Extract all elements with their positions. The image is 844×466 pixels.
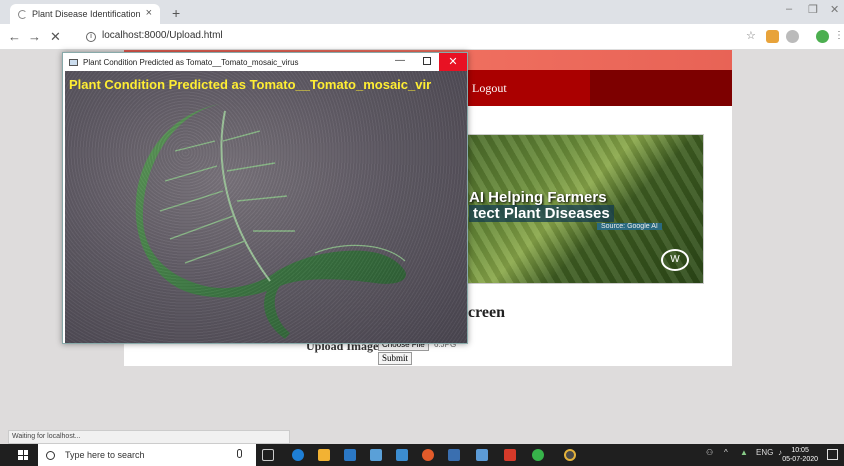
system-clock[interactable]: 10:05 05-07-2020 [782,446,818,464]
task-view-icon[interactable] [262,449,274,461]
prediction-window-title: Plant Condition Predicted as Tomato__Tom… [83,57,299,67]
browser-tab[interactable]: Plant Disease Identification × [10,4,160,24]
status-bar: Waiting for localhost... [8,430,290,444]
forward-button[interactable]: → [28,29,41,44]
prediction-caption: Plant Condition Predicted as Tomato__Tom… [69,77,432,92]
stop-loading-button[interactable]: ✕ [50,29,61,45]
profile-icon[interactable] [816,30,829,43]
brand-logo-icon: W [661,249,689,271]
window-minimize-button[interactable]: – [786,3,792,15]
browser-tabstrip: Plant Disease Identification × + – ❐ ✕ [0,0,844,24]
microphone-icon[interactable] [237,449,242,458]
prediction-minimize-button[interactable]: — [395,55,405,66]
notification-center-icon[interactable] [827,449,838,460]
app-icon[interactable] [476,449,488,461]
site-info-icon[interactable]: i [86,32,96,42]
extension-icon[interactable] [766,30,779,43]
prediction-maximize-button[interactable] [423,57,431,65]
firefox-icon[interactable] [422,449,434,461]
submit-button[interactable]: Submit [378,352,413,365]
chrome-icon[interactable] [564,449,576,461]
section-title: creen [468,304,506,321]
start-button[interactable] [18,450,28,460]
clock-time: 10:05 [791,447,809,454]
taskbar-search[interactable]: Type here to search [38,444,256,466]
banner-line1: AI Helping Farmers [469,189,607,206]
prediction-window: Plant Condition Predicted as Tomato__Tom… [62,52,468,344]
search-placeholder: Type here to search [65,450,145,460]
new-tab-button[interactable]: + [172,5,180,21]
windows-taskbar: Type here to search ⚇ ^ ▲ ENG ♪ 10:05 05… [0,444,844,466]
loading-spinner-icon [18,9,27,19]
search-icon [46,450,55,460]
banner-line2: tect Plant Diseases [469,205,614,222]
network-icon[interactable]: ▲ [740,448,748,457]
clock-date: 05-07-2020 [782,456,818,463]
ai-farmers-image: AI Helping Farmers tect Plant Diseases S… [464,134,704,284]
tab-title: Plant Disease Identification [32,9,141,19]
prediction-close-button[interactable]: ✕ [439,53,467,71]
app-icon[interactable] [448,449,460,461]
address-bar: ← → ✕ i localhost:8000/Upload.html ☆ ⋮ [0,24,844,50]
url-text: localhost:8000/Upload.html [102,30,223,41]
people-icon[interactable]: ⚇ [706,448,713,457]
language-indicator[interactable]: ENG [756,448,773,457]
window-close-button[interactable]: ✕ [830,3,839,16]
logout-link[interactable]: Logout [472,81,507,96]
menu-icon[interactable]: ⋮ [834,30,844,43]
mail-icon[interactable] [370,449,382,461]
edge-browser-icon[interactable] [292,449,304,461]
app-icon[interactable] [396,449,408,461]
window-restore-button[interactable]: ❐ [808,3,818,16]
url-field[interactable]: i localhost:8000/Upload.html [86,30,223,42]
file-explorer-icon[interactable] [318,449,330,461]
app-icon[interactable] [532,449,544,461]
prediction-window-titlebar[interactable]: Plant Condition Predicted as Tomato__Tom… [63,53,467,71]
pdf-reader-icon[interactable] [504,449,516,461]
extension-icon[interactable] [786,30,799,43]
store-icon[interactable] [344,449,356,461]
window-app-icon [69,58,78,66]
banner-source: Source: Google AI [597,223,662,230]
leaf-image: Plant Condition Predicted as Tomato__Tom… [65,71,467,343]
bookmark-star-icon[interactable]: ☆ [746,29,759,42]
tray-chevron-icon[interactable]: ^ [724,448,728,457]
tab-close-icon[interactable]: × [146,7,152,19]
back-button[interactable]: ← [8,29,21,44]
